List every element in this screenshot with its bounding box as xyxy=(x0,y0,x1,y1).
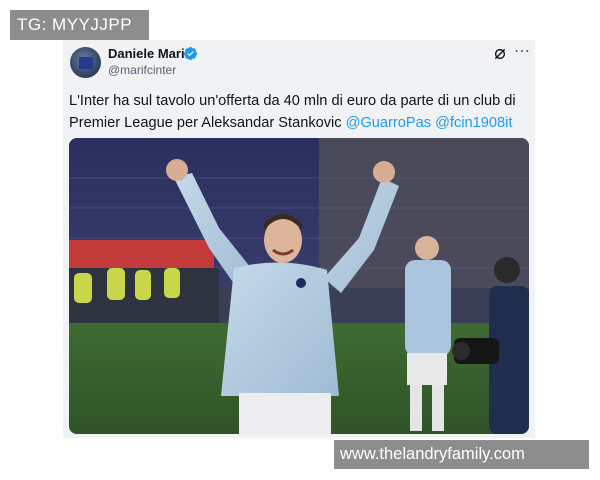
tweet-card[interactable]: Daniele Mari @marifcinter ⋯ L'Inter ha s… xyxy=(63,40,535,438)
mention-fcin1908it[interactable]: @fcin1908it xyxy=(435,115,512,131)
verified-badge-icon xyxy=(183,46,198,61)
more-options-icon[interactable]: ⋯ xyxy=(514,43,530,61)
tweet-photo[interactable] xyxy=(69,138,529,434)
site-watermark: www.thelandryfamily.com xyxy=(334,440,589,469)
tg-watermark-badge: TG: MYYJJPP xyxy=(10,10,149,40)
tg-label: TG: MYYJJPP xyxy=(17,15,133,34)
tweet-text-line-1: L'Inter ha sul tavolo un'offerta da 40 m… xyxy=(69,93,516,109)
avatar[interactable] xyxy=(70,47,101,78)
tweet-text-line-2: Premier League per Aleksandar Stankovic … xyxy=(69,112,529,134)
tweet-text-line-2-plain: Premier League per Aleksandar Stankovic xyxy=(69,115,346,131)
grok-icon[interactable] xyxy=(493,47,507,61)
tweet-text: L'Inter ha sul tavolo un'offerta da 40 m… xyxy=(69,90,529,134)
photo-player-celebrating xyxy=(69,138,529,434)
mention-guarropas[interactable]: @GuarroPas xyxy=(346,115,431,131)
author-handle[interactable]: @marifcinter xyxy=(108,63,176,77)
watermark-text: www.thelandryfamily.com xyxy=(340,445,525,463)
author-display-name[interactable]: Daniele Mari xyxy=(108,46,185,61)
